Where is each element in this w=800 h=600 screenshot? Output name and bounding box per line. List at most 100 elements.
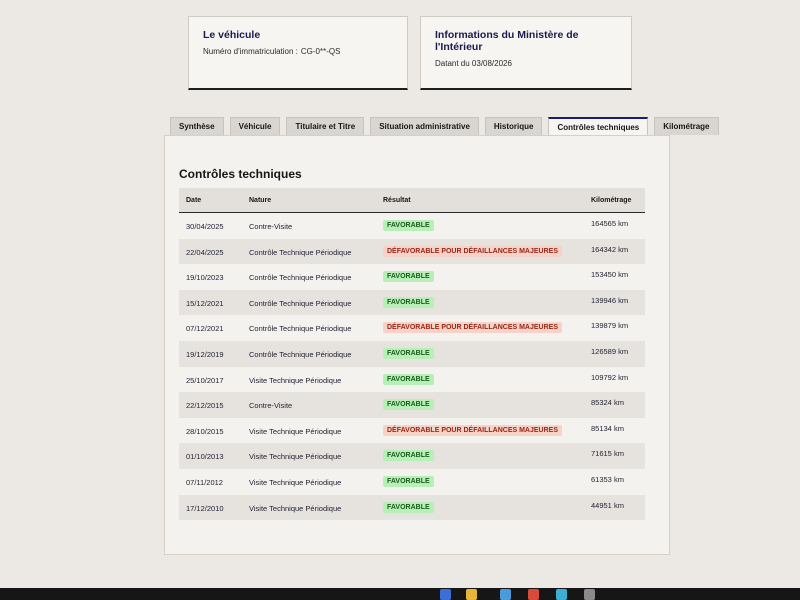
row-result: FAVORABLE bbox=[383, 399, 434, 411]
taskbar bbox=[0, 588, 800, 600]
ministry-card: Informations du Ministère de l'Intérieur… bbox=[420, 16, 632, 90]
table-row: 22/12/2015 Contre-Visite FAVORABLE 85324 km bbox=[179, 392, 645, 418]
table-row: 25/10/2017 Visite Technique Périodique FAV… bbox=[179, 367, 645, 393]
table-row: 19/12/2019 Contrôle Technique Périodique F… bbox=[179, 340, 645, 367]
result-badge: FAVORABLE bbox=[383, 220, 434, 231]
table-row: 07/11/2012 Visite Technique Périodique FAV… bbox=[179, 469, 645, 495]
row-date: 28/10/2015 bbox=[186, 426, 224, 436]
row-result: FAVORABLE bbox=[383, 271, 434, 283]
result-badge: DÉFAVORABLE POUR DÉFAILLANCES MAJEURES bbox=[383, 424, 562, 436]
row-nature: Contrôle Technique Périodique bbox=[249, 298, 352, 308]
app-icon[interactable] bbox=[584, 589, 595, 600]
row-date: 01/10/2013 bbox=[186, 452, 224, 462]
section-title: Contrôles techniques bbox=[179, 167, 302, 181]
row-nature: Contrôle Technique Périodique bbox=[249, 273, 352, 283]
result-badge: FAVORABLE bbox=[383, 475, 434, 487]
column-header-nature: Nature bbox=[249, 197, 272, 204]
result-badge: DÉFAVORABLE POUR DÉFAILLANCES MAJEURES bbox=[383, 322, 562, 334]
row-result: FAVORABLE bbox=[383, 450, 434, 462]
row-date: 07/12/2021 bbox=[186, 324, 224, 334]
table-row: 17/12/2010 Visite Technique Périodique FAV… bbox=[179, 494, 645, 521]
tab-controles[interactable]: Contrôles techniques bbox=[548, 117, 649, 136]
folder-icon[interactable] bbox=[466, 589, 477, 600]
row-date: 19/10/2023 bbox=[186, 273, 224, 283]
ministry-card-title: Informations du Ministère de l'Intérieur bbox=[435, 29, 579, 53]
table-row: 30/04/2025 Contre-Visite FAVORABLE 164565 k… bbox=[179, 213, 645, 239]
row-km: 71615 km bbox=[591, 449, 624, 459]
row-km: 139946 km bbox=[591, 295, 629, 305]
table-header: Date Nature Résultat Kilométrage bbox=[179, 188, 645, 213]
row-result: FAVORABLE bbox=[383, 347, 434, 359]
row-date: 30/04/2025 bbox=[186, 222, 224, 231]
row-result: FAVORABLE bbox=[383, 373, 434, 385]
tab-kilometrage[interactable]: Kilométrage bbox=[654, 117, 719, 135]
row-km: 164565 km bbox=[591, 219, 629, 228]
tab-situation[interactable]: Situation administrative bbox=[370, 117, 479, 135]
tab-bar: Synthèse Véhicule Titulaire et Titre Sit… bbox=[170, 117, 719, 136]
result-badge: FAVORABLE bbox=[383, 296, 434, 308]
row-date: 17/12/2010 bbox=[186, 503, 224, 513]
row-date: 07/11/2012 bbox=[186, 477, 223, 487]
row-km: 153450 km bbox=[591, 270, 629, 280]
tab-titulaire[interactable]: Titulaire et Titre bbox=[286, 117, 365, 135]
browser-icon[interactable] bbox=[528, 589, 539, 600]
row-nature: Contre-Visite bbox=[249, 222, 293, 231]
app-icon[interactable] bbox=[500, 589, 511, 600]
row-nature: Contre-Visite bbox=[249, 401, 293, 411]
row-nature: Visite Technique Périodique bbox=[249, 375, 342, 385]
row-result: FAVORABLE bbox=[383, 501, 434, 513]
row-nature: Visite Technique Périodique bbox=[249, 503, 342, 513]
row-km: 109792 km bbox=[591, 372, 629, 382]
row-nature: Visite Technique Périodique bbox=[249, 477, 342, 487]
row-nature: Visite Technique Périodique bbox=[249, 452, 342, 462]
app-icon[interactable] bbox=[440, 589, 451, 600]
row-km: 164342 km bbox=[591, 244, 629, 254]
result-badge: DÉFAVORABLE POUR DÉFAILLANCES MAJEURES bbox=[383, 245, 562, 257]
table-row: 22/04/2025 Contrôle Technique Périodique D… bbox=[179, 238, 645, 265]
table-row: 28/10/2015 Visite Technique Périodique DÉF… bbox=[179, 418, 645, 444]
result-badge: FAVORABLE bbox=[383, 501, 434, 513]
result-badge: FAVORABLE bbox=[383, 347, 434, 359]
table-row: 15/12/2021 Contrôle Technique Périodique F… bbox=[179, 289, 645, 316]
row-date: 15/12/2021 bbox=[186, 298, 224, 308]
table-row: 19/10/2023 Contrôle Technique Périodique F… bbox=[179, 264, 645, 290]
row-nature: Visite Technique Périodique bbox=[249, 426, 342, 436]
row-km: 44951 km bbox=[591, 500, 624, 510]
ministry-date: Datant du 03/08/2026 bbox=[435, 59, 512, 68]
row-km: 61353 km bbox=[591, 474, 624, 484]
app-icon[interactable] bbox=[556, 589, 567, 600]
column-header-result: Résultat bbox=[383, 197, 411, 204]
row-nature: Contrôle Technique Périodique bbox=[249, 349, 352, 359]
table-row: 01/10/2013 Visite Technique Périodique FAV… bbox=[179, 443, 645, 469]
controles-table: Date Nature Résultat Kilométrage 30/04/2… bbox=[179, 188, 645, 521]
row-result: DÉFAVORABLE POUR DÉFAILLANCES MAJEURES bbox=[383, 424, 562, 436]
result-badge: FAVORABLE bbox=[383, 373, 434, 385]
tab-historique[interactable]: Historique bbox=[484, 117, 543, 135]
result-badge: FAVORABLE bbox=[383, 450, 434, 462]
table-row: 07/12/2021 Contrôle Technique Périodique D… bbox=[179, 315, 645, 341]
column-header-date: Date bbox=[186, 197, 202, 204]
vehicle-card: Le véhicule Numéro d'immatriculation : CG… bbox=[188, 16, 408, 90]
row-result: DÉFAVORABLE POUR DÉFAILLANCES MAJEURES bbox=[383, 245, 562, 257]
tab-synthese[interactable]: Synthèse bbox=[170, 117, 224, 135]
table-body: 30/04/2025 Contre-Visite FAVORABLE 164565 k… bbox=[179, 213, 645, 521]
plate-label: Numéro d'immatriculation : bbox=[203, 47, 298, 56]
result-badge: FAVORABLE bbox=[383, 399, 434, 411]
tab-vehicule[interactable]: Véhicule bbox=[229, 117, 281, 135]
row-date: 25/10/2017 bbox=[186, 375, 224, 385]
row-km: 139879 km bbox=[591, 321, 629, 331]
row-nature: Contrôle Technique Périodique bbox=[249, 247, 352, 257]
row-km: 85134 km bbox=[591, 423, 624, 433]
vehicle-card-title: Le véhicule bbox=[203, 29, 261, 41]
row-result: FAVORABLE bbox=[383, 220, 434, 231]
row-date: 22/12/2015 bbox=[186, 401, 224, 411]
result-badge: FAVORABLE bbox=[383, 271, 434, 283]
row-date: 22/04/2025 bbox=[186, 247, 224, 257]
row-result: DÉFAVORABLE POUR DÉFAILLANCES MAJEURES bbox=[383, 322, 562, 334]
plate-line: Numéro d'immatriculation : CG-0**-QS bbox=[203, 47, 393, 56]
row-km: 85324 km bbox=[591, 398, 624, 408]
row-result: FAVORABLE bbox=[383, 296, 434, 308]
plate-value: CG-0**-QS bbox=[300, 47, 341, 56]
row-km: 126589 km bbox=[591, 346, 629, 356]
row-result: FAVORABLE bbox=[383, 475, 434, 487]
